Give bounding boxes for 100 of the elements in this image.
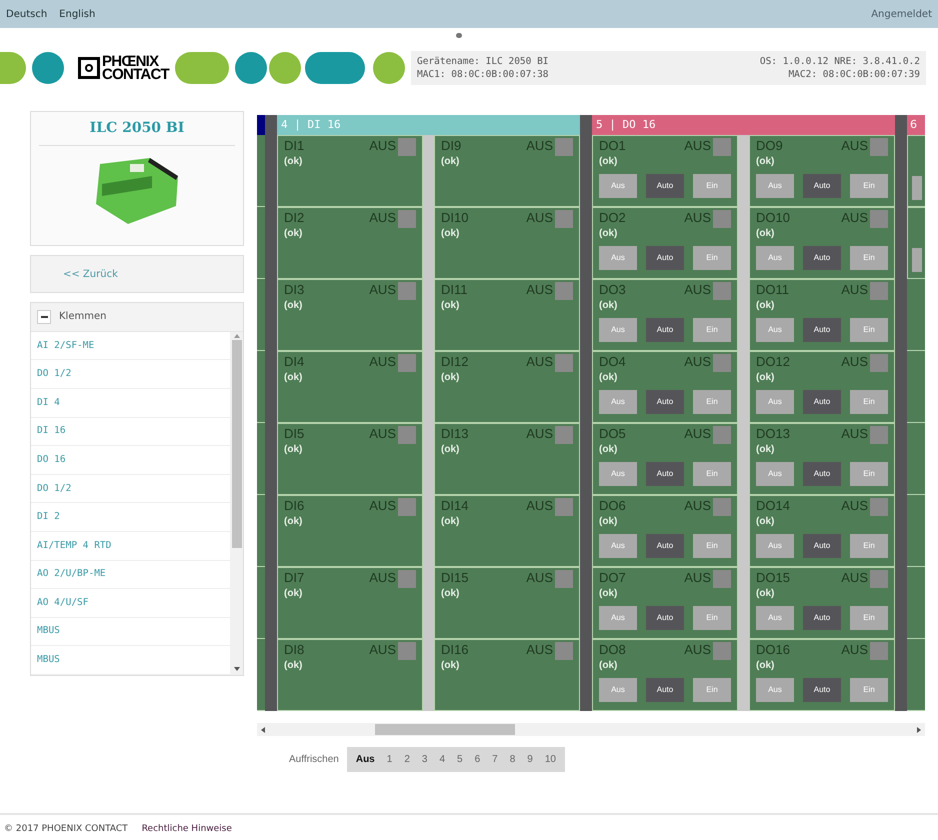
channel-state: AUS bbox=[841, 282, 868, 298]
mode-button[interactable]: Auto bbox=[803, 390, 841, 414]
mode-button[interactable]: Auto bbox=[803, 462, 841, 486]
language-link[interactable]: Deutsch bbox=[6, 6, 48, 22]
mode-button[interactable]: Aus bbox=[599, 246, 637, 270]
channel-status: (ok) bbox=[599, 516, 618, 528]
channel-status: (ok) bbox=[756, 372, 774, 384]
refresh-option[interactable]: 7 bbox=[486, 752, 504, 767]
mode-button[interactable]: Ein bbox=[693, 318, 731, 342]
channel-name: DO9 bbox=[756, 138, 783, 154]
mode-button[interactable]: Aus bbox=[756, 678, 794, 702]
mode-button[interactable]: Ein bbox=[850, 534, 888, 558]
mode-button[interactable]: Ein bbox=[850, 606, 888, 630]
mode-button[interactable]: Ein bbox=[850, 390, 888, 414]
refresh-option[interactable]: 6 bbox=[468, 752, 486, 767]
mode-button[interactable]: Aus bbox=[756, 318, 794, 342]
refresh-option[interactable]: 4 bbox=[433, 752, 451, 767]
channel-state: AUS bbox=[841, 570, 868, 586]
mode-button[interactable]: Aus bbox=[756, 390, 794, 414]
mode-button[interactable]: Ein bbox=[693, 174, 731, 198]
channel-status: (ok) bbox=[756, 516, 774, 528]
mode-button[interactable]: Auto bbox=[646, 534, 684, 558]
scroll-right-icon[interactable] bbox=[917, 726, 921, 732]
channel-state: AUS bbox=[369, 426, 396, 442]
channel-state: AUS bbox=[684, 210, 711, 226]
mode-button[interactable]: Auto bbox=[803, 606, 841, 630]
mode-button[interactable]: Ein bbox=[850, 462, 888, 486]
channel-name: DO15 bbox=[756, 570, 790, 586]
mode-button[interactable]: Aus bbox=[756, 174, 794, 198]
channel-name: DI6 bbox=[284, 498, 304, 514]
channel-status: (ok) bbox=[284, 372, 302, 384]
mode-button[interactable]: Aus bbox=[599, 174, 637, 198]
mode-button[interactable]: Ein bbox=[850, 318, 888, 342]
mode-button[interactable]: Auto bbox=[646, 606, 684, 630]
mode-button[interactable]: Aus bbox=[599, 678, 637, 702]
refresh-option[interactable]: 10 bbox=[538, 752, 562, 767]
mode-button[interactable]: Ein bbox=[850, 246, 888, 270]
scroll-left-icon[interactable] bbox=[261, 726, 265, 732]
logo-text: CONTACT bbox=[102, 68, 169, 81]
mode-button[interactable]: Aus bbox=[756, 462, 794, 486]
mode-button[interactable]: Auto bbox=[646, 174, 684, 198]
channel-name: DO12 bbox=[756, 354, 790, 370]
mode-button[interactable]: Auto bbox=[803, 246, 841, 270]
mode-button[interactable]: Ein bbox=[693, 678, 731, 702]
module-header: 6 bbox=[907, 115, 925, 135]
mode-button[interactable]: Aus bbox=[599, 390, 637, 414]
channel-status: (ok) bbox=[284, 228, 302, 240]
mode-button[interactable]: Ein bbox=[850, 174, 888, 198]
mode-button[interactable]: Auto bbox=[646, 318, 684, 342]
channel-state: AUS bbox=[369, 642, 396, 658]
refresh-option[interactable]: 8 bbox=[504, 752, 522, 767]
mode-button[interactable]: Aus bbox=[756, 534, 794, 558]
channel-status: (ok) bbox=[441, 300, 460, 312]
legal-link[interactable]: Rechtliche Hinweise bbox=[142, 823, 232, 836]
mode-button[interactable]: Aus bbox=[599, 318, 637, 342]
mode-button[interactable]: Auto bbox=[646, 390, 684, 414]
channel-status: (ok) bbox=[599, 660, 618, 672]
scrollbar[interactable] bbox=[230, 332, 243, 675]
channel-name: DO1 bbox=[599, 138, 626, 154]
back-button[interactable]: << Zurück bbox=[30, 255, 244, 293]
mode-button[interactable]: Aus bbox=[599, 534, 637, 558]
refresh-option[interactable]: 3 bbox=[416, 752, 434, 767]
channel-status: (ok) bbox=[756, 588, 774, 600]
channel-state: AUS bbox=[369, 138, 396, 154]
scroll-down-icon[interactable] bbox=[234, 667, 240, 671]
language-link[interactable]: English bbox=[59, 6, 96, 22]
mode-button[interactable]: Auto bbox=[803, 534, 841, 558]
mode-button[interactable]: Ein bbox=[693, 606, 731, 630]
refresh-option[interactable]: Aus bbox=[350, 752, 381, 767]
channel-state: AUS bbox=[369, 354, 396, 370]
channel-status: (ok) bbox=[599, 372, 618, 384]
collapse-button[interactable] bbox=[37, 310, 51, 324]
refresh-option[interactable]: 1 bbox=[380, 752, 398, 767]
mode-button[interactable]: Auto bbox=[803, 318, 841, 342]
refresh-option[interactable]: 9 bbox=[521, 752, 539, 767]
mode-button[interactable]: Aus bbox=[599, 462, 637, 486]
channel-name: DO7 bbox=[599, 570, 626, 586]
channel-name: DI14 bbox=[441, 498, 468, 514]
mode-button[interactable]: Ein bbox=[850, 678, 888, 702]
mode-button[interactable]: Ein bbox=[693, 390, 731, 414]
mode-button[interactable]: Auto bbox=[646, 246, 684, 270]
refresh-option[interactable]: 2 bbox=[398, 752, 416, 767]
channel-state: AUS bbox=[684, 570, 711, 586]
channel-state: AUS bbox=[526, 642, 553, 658]
mode-button[interactable]: Auto bbox=[646, 462, 684, 486]
horizontal-scrollbar[interactable] bbox=[257, 723, 925, 736]
channel-name: DO14 bbox=[756, 498, 790, 514]
mode-button[interactable]: Ein bbox=[693, 462, 731, 486]
channel-name: DO13 bbox=[756, 426, 790, 442]
channel-name: DO10 bbox=[756, 210, 790, 226]
refresh-option[interactable]: 5 bbox=[451, 752, 469, 767]
mode-button[interactable]: Aus bbox=[756, 246, 794, 270]
mode-button[interactable]: Aus bbox=[756, 606, 794, 630]
mode-button[interactable]: Ein bbox=[693, 534, 731, 558]
mode-button[interactable]: Auto bbox=[646, 678, 684, 702]
mode-button[interactable]: Auto bbox=[803, 174, 841, 198]
mode-button[interactable]: Ein bbox=[693, 246, 731, 270]
mode-button[interactable]: Auto bbox=[803, 678, 841, 702]
channel-state: AUS bbox=[526, 570, 553, 586]
mode-button[interactable]: Aus bbox=[599, 606, 637, 630]
